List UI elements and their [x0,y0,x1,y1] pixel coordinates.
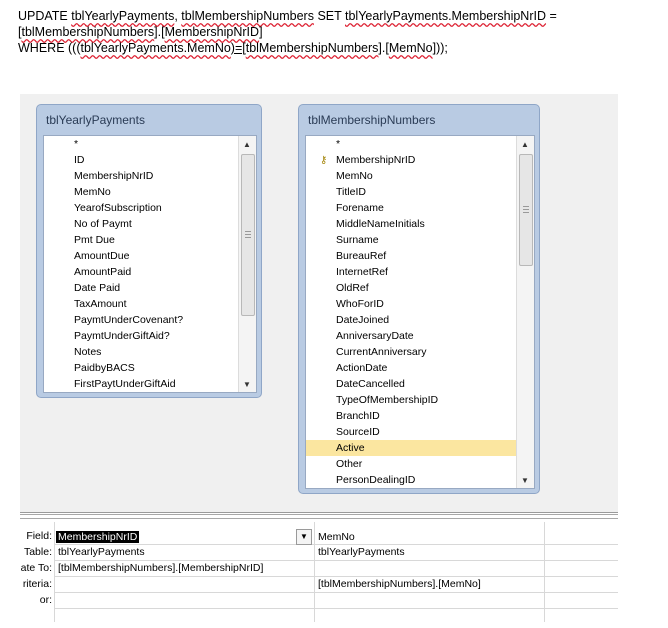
arrow-up-icon[interactable]: ▲ [517,136,533,152]
field-item[interactable]: DateCancelled [306,376,534,392]
sql-line-3: WHERE (((tblYearlyPayments.MemNo)=[tblMe… [18,40,658,56]
field-item[interactable]: BranchID [306,408,534,424]
field-item[interactable]: Pmt Due [44,232,256,248]
field-item[interactable]: TitleID [306,184,534,200]
field-item[interactable]: PaidbyBACS [44,360,256,376]
sql-text: ].[ [378,41,389,55]
field-list[interactable]: * ID MembershipNrID MemNo YearofSubscrip… [43,135,257,393]
field-item[interactable]: AmountPaid [44,264,256,280]
sql-table-ref: tblMembershipNumbers [181,9,314,23]
update-to-cell-col1[interactable]: [tblMembershipNumbers].[MembershipNrID] [58,560,263,576]
sql-statement: UPDATE tblYearlyPayments, tblMembershipN… [18,8,658,56]
query-design-grid: Field: Table: ate To: riteria: or: Membe… [0,522,618,628]
sql-text: )=[ [230,41,246,55]
sql-field-ref: tblYearlyPayments.MemNo [80,41,231,55]
sql-line-2: [tblMembershipNumbers].[MembershipNrID] [18,24,658,40]
row-label-criteria: riteria: [22,578,52,590]
sql-keyword: SET [313,9,345,23]
field-item[interactable]: OldRef [306,280,534,296]
row-label-update-to: ate To: [20,562,52,574]
table-tblMembershipNumbers[interactable]: tblMembershipNumbers * ⚷ MembershipNrID M… [298,104,540,494]
sql-table-ref: tblMembershipNumbers [21,25,155,39]
pane-splitter[interactable] [20,514,618,519]
row-label-field: Field: [26,530,52,542]
horizontal-scrollbar[interactable] [20,494,618,513]
field-item[interactable]: Surname [306,232,534,248]
field-item[interactable]: * [306,136,534,152]
scrollbar-thumb[interactable] [241,154,255,316]
field-item[interactable]: SourceID [306,424,534,440]
field-select-col1[interactable]: MembershipNrID ▼ [56,529,312,545]
sql-keyword: WHERE ((( [18,41,81,55]
row-label-or: or: [39,594,52,606]
field-item[interactable]: TaxAmount [44,296,256,312]
field-item[interactable]: PersonDealingID [306,472,534,488]
field-item[interactable]: TypeOfMembershipID [306,392,534,408]
field-label: MembershipNrID [336,154,416,166]
arrow-down-icon[interactable]: ▼ [239,376,255,392]
sql-table-ref: tblMembershipNumbers [245,41,379,55]
table-cell-col1[interactable]: tblYearlyPayments [58,544,145,560]
scrollbar-thumb[interactable] [519,154,533,266]
field-item[interactable]: MiddleNameInitials [306,216,534,232]
field-item[interactable]: ID [44,152,256,168]
arrow-down-icon[interactable]: ▼ [517,472,533,488]
field-item[interactable]: AmountDue [44,248,256,264]
field-item[interactable]: ActionDate [306,360,534,376]
query-design-pane: tblYearlyPayments * ID MembershipNrID Me… [20,94,618,511]
table-cell-col2[interactable]: tblYearlyPayments [318,544,405,560]
field-item[interactable]: Forename [306,200,534,216]
sql-field-ref: tblYearlyPayments.MembershipNrID [345,9,547,23]
vertical-scrollbar[interactable]: ▲ ▼ [516,136,534,488]
field-item[interactable]: DateJoined [306,312,534,328]
field-item-selected[interactable]: Active [306,440,534,456]
sql-field-ref: MemNo [388,41,433,55]
field-value: MembershipNrID [56,531,140,543]
field-item[interactable]: CurrentAnniversary [306,344,534,360]
field-item[interactable]: InternetRef [306,264,534,280]
field-item[interactable]: Other [306,456,534,472]
field-list[interactable]: * ⚷ MembershipNrID MemNo TitleID Forename… [305,135,535,489]
field-item[interactable]: AnniversaryDate [306,328,534,344]
field-item[interactable]: YearofSubscription [44,200,256,216]
field-item[interactable]: MemNo [306,168,534,184]
table-title[interactable]: tblYearlyPayments [46,113,145,127]
sql-text: ] [259,25,263,39]
field-item[interactable]: FirstPaytUnderGiftAid [44,376,256,392]
field-cell-col2[interactable]: MemNo [318,529,355,545]
field-item[interactable]: MembershipNrID [44,168,256,184]
field-item[interactable]: * [44,136,256,152]
sql-text: ])); [432,41,448,55]
field-item[interactable]: No of Paymt [44,216,256,232]
field-item-primary-key[interactable]: ⚷ MembershipNrID [306,152,534,168]
field-item[interactable]: Date Paid [44,280,256,296]
sql-table-ref: tblYearlyPayments [71,9,175,23]
table-title[interactable]: tblMembershipNumbers [308,113,435,127]
sql-text: ].[ [154,25,165,39]
sql-text: = [546,9,557,23]
row-label-table: Table: [23,546,52,558]
field-item[interactable]: PaymtUnderGiftAid? [44,328,256,344]
field-item[interactable]: BureauRef [306,248,534,264]
table-tblYearlyPayments[interactable]: tblYearlyPayments * ID MembershipNrID Me… [36,104,262,398]
field-item[interactable]: PaymtUnderCovenant? [44,312,256,328]
vertical-scrollbar[interactable]: ▲ ▼ [238,136,256,392]
sql-keyword: UPDATE [18,9,72,23]
chevron-down-icon[interactable]: ▼ [296,529,312,545]
field-item[interactable]: MemNo [44,184,256,200]
sql-field-ref: MembershipNrID [164,25,260,39]
field-item[interactable]: Notes [44,344,256,360]
key-icon: ⚷ [320,155,328,166]
arrow-up-icon[interactable]: ▲ [239,136,255,152]
sql-line-1: UPDATE tblYearlyPayments, tblMembershipN… [18,8,658,24]
criteria-cell-col2[interactable]: [tblMembershipNumbers].[MemNo] [318,576,481,592]
field-item[interactable]: WhoForID [306,296,534,312]
